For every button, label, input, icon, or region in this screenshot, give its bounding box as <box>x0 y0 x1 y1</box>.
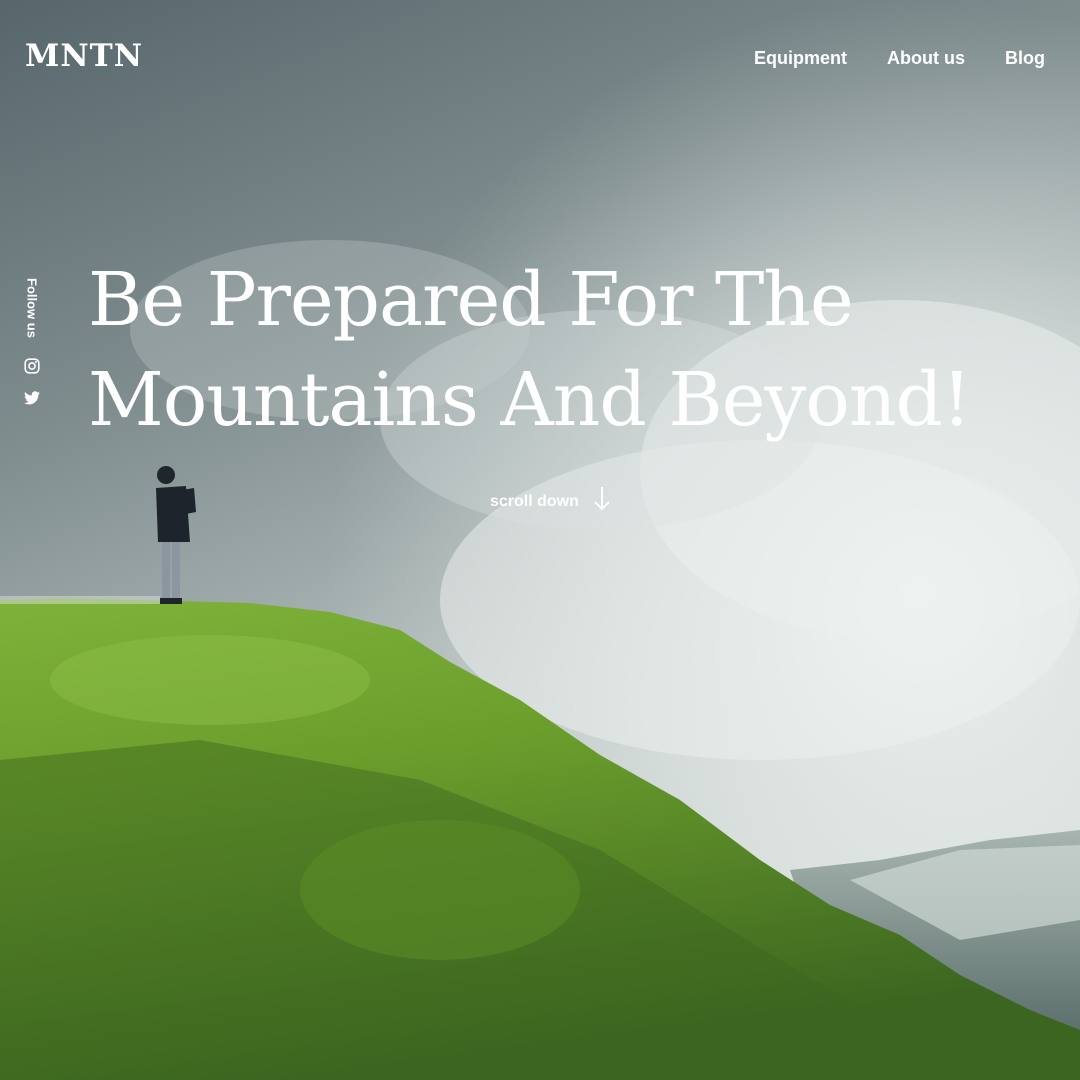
nav-item-about-us[interactable]: About us <box>887 48 965 69</box>
twitter-icon[interactable] <box>22 388 42 408</box>
arrow-down-icon <box>593 486 611 517</box>
hero-headline: Be Prepared For The Mountains And Beyond… <box>88 250 1048 450</box>
hero-headline-line-1: Be Prepared For The <box>88 257 854 343</box>
logo[interactable]: MNTN <box>25 38 143 74</box>
nav-item-equipment[interactable]: Equipment <box>754 48 847 69</box>
social-sidebar: Follow us <box>17 278 47 408</box>
follow-us-label: Follow us <box>24 278 40 338</box>
hero-background-image <box>0 0 1080 1080</box>
instagram-icon[interactable] <box>22 356 42 376</box>
main-nav: Equipment About us Blog <box>754 48 1045 69</box>
nav-item-blog[interactable]: Blog <box>1005 48 1045 69</box>
hero-section: MNTN Equipment About us Blog Follow us B… <box>0 0 1080 1080</box>
hero-headline-line-2: Mountains And Beyond! <box>88 357 972 443</box>
scroll-down-link[interactable]: scroll down <box>490 486 611 517</box>
scroll-down-label: scroll down <box>490 492 579 510</box>
